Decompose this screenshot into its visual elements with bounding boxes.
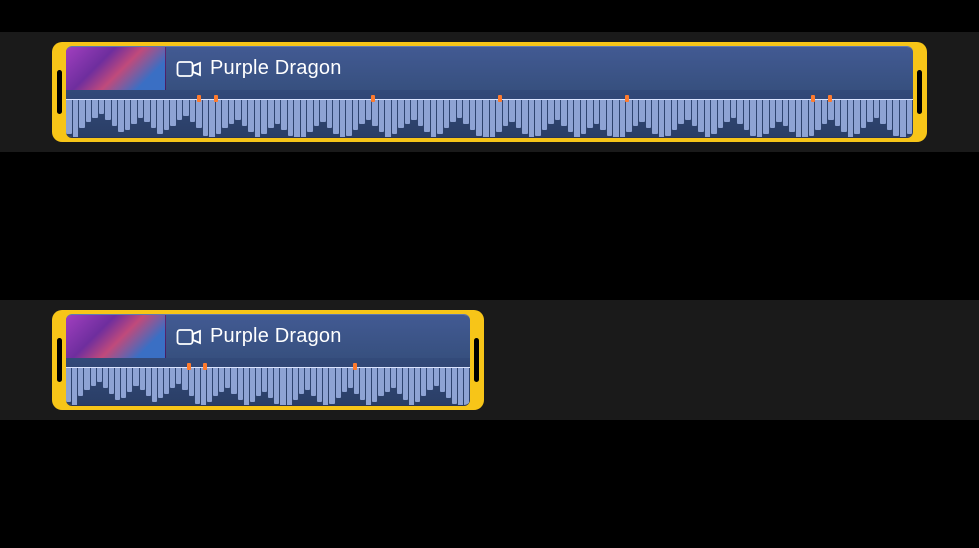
trim-handle-left-icon[interactable] [57,70,62,114]
clip-title: Purple Dragon [210,325,342,348]
peak-marker-icon [187,363,191,370]
clip-body[interactable]: Purple Dragon [66,314,470,406]
peak-marker-icon [498,95,502,102]
camera-icon [176,327,202,347]
audio-waveform [66,100,913,137]
video-clip[interactable]: Purple Dragon [52,42,927,142]
clip-thumbnail [66,47,166,90]
peak-marker-icon [811,95,815,102]
clip-title: Purple Dragon [210,57,342,80]
trim-handle-right-icon[interactable] [917,70,922,114]
peak-marker-icon [625,95,629,102]
timeline-lane[interactable]: Purple Dragon [0,32,979,152]
clip-thumbnail [66,315,166,358]
trim-handle-right-icon[interactable] [474,338,479,382]
peak-marker-icon [353,363,357,370]
clip-video-row[interactable]: Purple Dragon [66,315,470,358]
peak-marker-icon [214,95,218,102]
audio-waveform [66,368,470,405]
peak-marker-icon [203,363,207,370]
peak-marker-icon [828,95,832,102]
timeline-lane[interactable]: Purple Dragon [0,300,979,420]
peak-marker-icon [197,95,201,102]
clip-audio-row[interactable] [66,90,913,137]
clip-video-row[interactable]: Purple Dragon [66,47,913,90]
camera-icon [176,59,202,79]
peak-marker-icon [371,95,375,102]
clip-audio-row[interactable] [66,358,470,405]
clip-body[interactable]: Purple Dragon [66,46,913,138]
trim-handle-left-icon[interactable] [57,338,62,382]
video-clip[interactable]: Purple Dragon [52,310,484,410]
